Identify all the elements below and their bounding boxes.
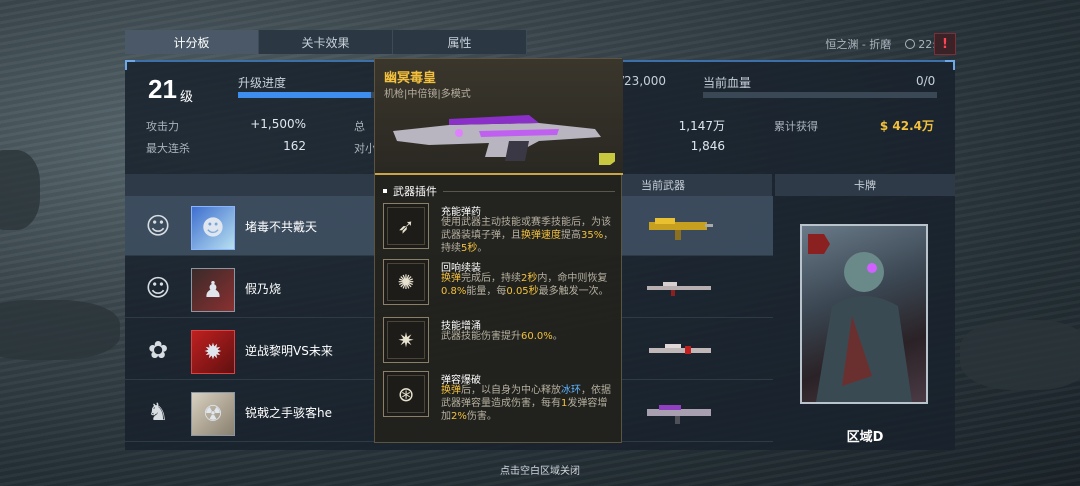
desc-highlight: 2秒: [521, 273, 538, 284]
weapon-image: [393, 115, 601, 161]
surge-icon: ✷: [383, 317, 429, 363]
rank-emblem-icon: ♞: [147, 398, 169, 426]
location-label: 恒之渊 - 折磨: [825, 38, 892, 51]
tab-stage-effects[interactable]: 关卡效果: [259, 30, 393, 54]
desc-text: 最多触发一次。: [538, 286, 609, 297]
background-rock: [0, 300, 120, 360]
desc-highlight: 换弹: [441, 273, 461, 284]
plugin-section-title: 武器插件: [393, 185, 437, 198]
desc-text: 能量，每: [466, 286, 507, 297]
tab-attributes[interactable]: 属性: [393, 30, 527, 54]
divider: [443, 190, 615, 192]
weapon-rifle-icon: [649, 344, 711, 354]
desc-highlight: 0.05秒: [506, 286, 539, 297]
desc-highlight: 2%: [451, 411, 467, 422]
avatar: ☢: [191, 392, 235, 436]
tab-bar: 计分板 关卡效果 属性: [125, 30, 527, 54]
card-name: 区域D: [846, 430, 884, 445]
clock-icon: [905, 38, 916, 49]
desc-text: 提高: [561, 230, 581, 241]
bullets-icon: ➶: [383, 203, 429, 249]
top-status: 恒之渊 - 折磨 22:10: [825, 36, 950, 52]
weapon-rifle-icon: [647, 282, 711, 296]
desc-highlight: 35%: [581, 230, 604, 241]
weapon-name: 幽冥毒皇: [384, 71, 437, 86]
plugin-description: 换弹后，以自身为中心释放冰环，依据武器弹容量造成伤害，每有1发弹容增加2%伤害。: [441, 384, 617, 423]
weapon-header: 当前武器: [641, 179, 685, 192]
level-number: 21: [148, 74, 177, 104]
character-card[interactable]: [800, 224, 928, 404]
max-combo-value: 162: [283, 139, 306, 153]
weapon-type: 机枪|中倍镜|多模式: [384, 89, 471, 100]
weapon-tooltip: 幽冥毒皇 机枪|中倍镜|多模式 武器插件 ➶ 充能弹药 使用武器主动技能或赛季技…: [374, 58, 623, 443]
close-hint[interactable]: 点击空白区域关闭: [0, 462, 1080, 477]
desc-highlight: 换弹速度: [521, 230, 561, 241]
earned-label: 累计获得: [774, 120, 818, 133]
player-name: 锐戟之手骇客he: [245, 406, 332, 420]
card-header: 卡牌: [775, 174, 955, 196]
echo-icon: ✺: [383, 259, 429, 305]
background-rock: [960, 320, 1080, 390]
hp-value: 0/0: [916, 74, 936, 88]
tab-scoreboard[interactable]: 计分板: [125, 30, 259, 54]
avatar: ✹: [191, 330, 235, 374]
total-label: 总: [354, 120, 365, 133]
desc-text: 内，命中则恢复: [537, 273, 608, 284]
desc-highlight-ice: 冰环: [561, 385, 581, 396]
desc-text: 。: [477, 243, 488, 254]
zombie-card-art: [808, 234, 912, 402]
upgrade-progress-value: /23,000: [620, 74, 667, 88]
tooltip-header: 幽冥毒皇 机枪|中倍镜|多模式: [375, 59, 623, 175]
desc-highlight: 换弹: [441, 385, 461, 396]
earned-value: $ 42.4万: [879, 119, 934, 133]
background-rock: [0, 150, 40, 230]
upgrade-progress-bar: [238, 92, 378, 98]
rank-emblem-icon: ☺: [145, 212, 171, 240]
hp-label: 当前血量: [703, 76, 752, 90]
rank-emblem-icon: ☺: [145, 274, 171, 302]
plugin-description: 换弹完成后，持续2秒内，命中则恢复 0.8%能量，每0.05秒最多触发一次。: [441, 272, 617, 298]
desc-text: 伤害。: [466, 411, 497, 422]
upgrade-progress-label: 升级进度: [238, 76, 287, 90]
desc-text: 完成后，持续: [461, 273, 521, 284]
weapon-tag-icon: [599, 153, 615, 165]
max-combo-label: 最大连杀: [146, 142, 190, 155]
burst-icon: ⊛: [383, 371, 429, 417]
rank-emblem-icon: ✿: [147, 336, 169, 364]
desc-text: 后，以自身为中心释放: [461, 385, 561, 396]
player-name: 堵毒不共戴天: [245, 220, 318, 234]
vs-value: 1,846: [690, 139, 725, 153]
upgrade-progress-fill: [238, 92, 371, 98]
plugin-description: 使用武器主动技能或赛季技能后，为该武器装填子弹，且换弹速度提高35%，持续5秒。: [441, 216, 617, 255]
player-name: 逆战黎明VS未来: [245, 344, 333, 358]
desc-highlight: 60.0%: [521, 331, 553, 342]
avatar: ♟: [191, 268, 235, 312]
level-unit: 级: [180, 90, 194, 105]
weapon-gold-icon: [649, 218, 713, 240]
desc-highlight: 0.8%: [441, 286, 467, 297]
attack-value: +1,500%: [250, 117, 306, 131]
alert-icon[interactable]: !: [934, 33, 956, 55]
hp-bar: [703, 92, 937, 98]
weapon-purple-icon: [647, 405, 711, 424]
plugin-description: 武器技能伤害提升60.0%。: [441, 330, 617, 343]
plugin-section-header: 武器插件: [383, 183, 615, 199]
vs-label: 对小: [354, 142, 376, 155]
desc-text: 武器技能伤害提升: [441, 331, 521, 342]
attack-label: 攻击力: [146, 120, 179, 133]
total-value: 1,147万: [678, 119, 725, 133]
player-name: 假乃烧: [245, 282, 282, 296]
avatar: ☻: [191, 206, 235, 250]
bullet-icon: [383, 189, 387, 193]
desc-text: 。: [552, 331, 563, 342]
desc-highlight: 5秒: [461, 243, 478, 254]
